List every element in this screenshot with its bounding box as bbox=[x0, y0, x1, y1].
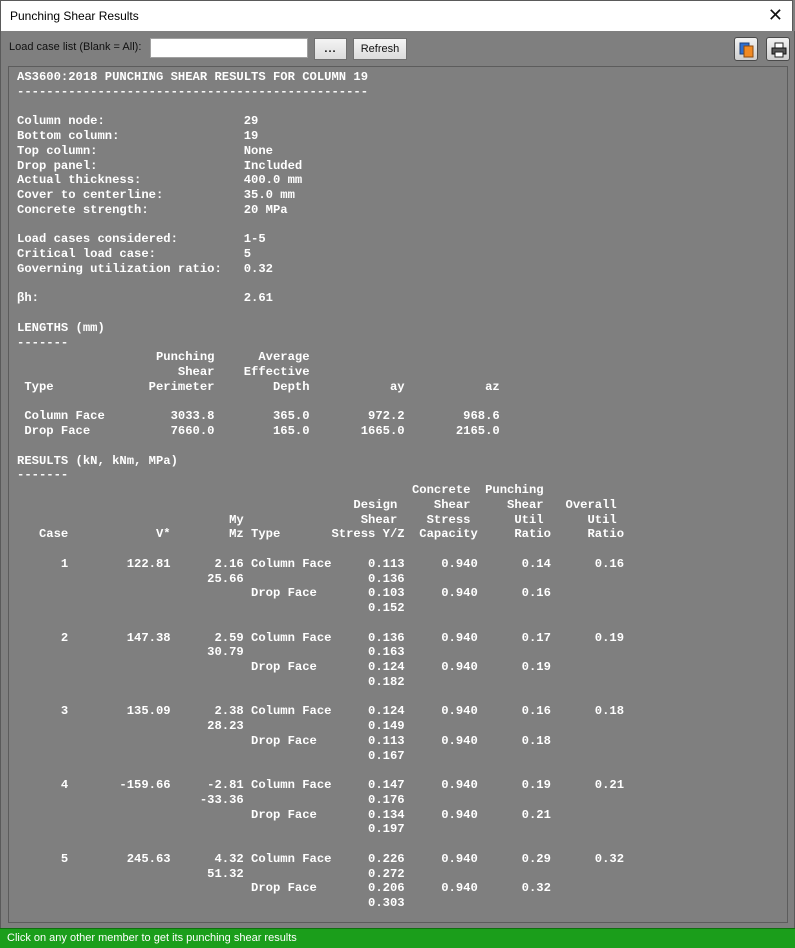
load-case-label: Load case list (Blank = All): bbox=[9, 41, 142, 53]
report-line: Actual thickness: 400.0 mm bbox=[17, 173, 303, 188]
report-line: Design Shear Shear Overall bbox=[17, 497, 617, 512]
report-line: Column Face 3033.8 365.0 972.2 968.6 bbox=[17, 409, 500, 424]
report-line: 28.23 0.149 bbox=[17, 719, 405, 733]
report-line: Load cases considered: 1-5 bbox=[17, 232, 266, 247]
window-title: Punching Shear Results bbox=[10, 9, 139, 23]
browse-button[interactable]: ... bbox=[314, 38, 347, 60]
report-line: βh: 2.61 bbox=[17, 291, 273, 306]
report-line: Drop panel: Included bbox=[17, 158, 303, 173]
results-window: Load case list (Blank = All): ... Refres… bbox=[0, 31, 795, 928]
refresh-button[interactable]: Refresh bbox=[353, 38, 407, 60]
report-line: Drop Face 0.124 0.940 0.19 bbox=[17, 660, 551, 674]
report-line: ------- bbox=[17, 468, 69, 483]
title-bar: Punching Shear Results ✕ bbox=[0, 0, 793, 31]
report-line: RESULTS (kN, kNm, MPa) bbox=[17, 453, 178, 468]
report-line: Type Perimeter Depth ay az bbox=[17, 379, 500, 394]
report-line: AS3600:2018 PUNCHING SHEAR RESULTS FOR C… bbox=[17, 70, 369, 84]
load-case-input[interactable] bbox=[150, 38, 308, 58]
report-line: Critical load case: 5 bbox=[17, 247, 252, 261]
report-line: Drop Face 0.206 0.940 0.32 bbox=[17, 881, 551, 896]
report-line: Governing utilization ratio: 0.32 bbox=[17, 261, 273, 276]
report-line: 4 -159.66 -2.81 Column Face 0.147 0.940 … bbox=[17, 778, 625, 792]
copy-button[interactable] bbox=[734, 37, 758, 61]
report-line: ----------------------------------------… bbox=[17, 84, 369, 99]
report-line: Drop Face 7660.0 165.0 1665.0 2165.0 bbox=[17, 424, 500, 438]
copy-icon bbox=[739, 42, 754, 58]
report-line: ------- bbox=[17, 335, 69, 350]
report-line: -33.36 0.176 bbox=[17, 792, 405, 807]
report-line: Case V* Mz Type Stress Y/Z Capacity Rati… bbox=[17, 527, 625, 542]
toolbar: Load case list (Blank = All): ... Refres… bbox=[1, 31, 794, 63]
report-line: Shear Effective bbox=[17, 365, 310, 379]
report-line: Drop Face 0.113 0.940 0.18 bbox=[17, 733, 551, 748]
report-line: 1 122.81 2.16 Column Face 0.113 0.940 0.… bbox=[17, 556, 625, 571]
report-line: Column node: 29 bbox=[17, 114, 259, 129]
report-line: 0.303 bbox=[17, 896, 405, 910]
print-icon bbox=[771, 42, 787, 58]
report-line: 0.167 bbox=[17, 748, 405, 763]
report-line: 0.197 bbox=[17, 822, 405, 837]
status-text: Click on any other member to get its pun… bbox=[7, 932, 297, 944]
report-line: 0.152 bbox=[17, 601, 405, 615]
report-output-panel[interactable]: AS3600:2018 PUNCHING SHEAR RESULTS FOR C… bbox=[8, 66, 788, 923]
report-line: 25.66 0.136 bbox=[17, 571, 405, 586]
report-line: Drop Face 0.134 0.940 0.21 bbox=[17, 807, 551, 822]
report-line: 30.79 0.163 bbox=[17, 645, 405, 660]
report-line: 2 147.38 2.59 Column Face 0.136 0.940 0.… bbox=[17, 630, 625, 645]
report-line: Concrete strength: 20 MPa bbox=[17, 202, 288, 217]
report-line: Bottom column: 19 bbox=[17, 129, 259, 143]
report-line: 3 135.09 2.38 Column Face 0.124 0.940 0.… bbox=[17, 704, 625, 719]
report-line: My Shear Stress Util Util bbox=[17, 512, 617, 527]
report-line: 5 245.63 4.32 Column Face 0.226 0.940 0.… bbox=[17, 851, 625, 866]
status-bar: Click on any other member to get its pun… bbox=[0, 928, 795, 948]
report-line: Punching Average bbox=[17, 350, 310, 365]
report-text: AS3600:2018 PUNCHING SHEAR RESULTS FOR C… bbox=[17, 70, 624, 911]
report-line: Cover to centerline: 35.0 mm bbox=[17, 188, 295, 202]
report-line: Top column: None bbox=[17, 143, 273, 158]
report-line: 51.32 0.272 bbox=[17, 866, 405, 881]
report-line: 0.182 bbox=[17, 674, 405, 689]
print-button[interactable] bbox=[766, 37, 790, 61]
report-line: Drop Face 0.103 0.940 0.16 bbox=[17, 586, 551, 601]
report-line: Concrete Punching bbox=[17, 483, 544, 497]
close-icon[interactable]: ✕ bbox=[768, 5, 783, 25]
report-line: LENGTHS (mm) bbox=[17, 320, 105, 335]
